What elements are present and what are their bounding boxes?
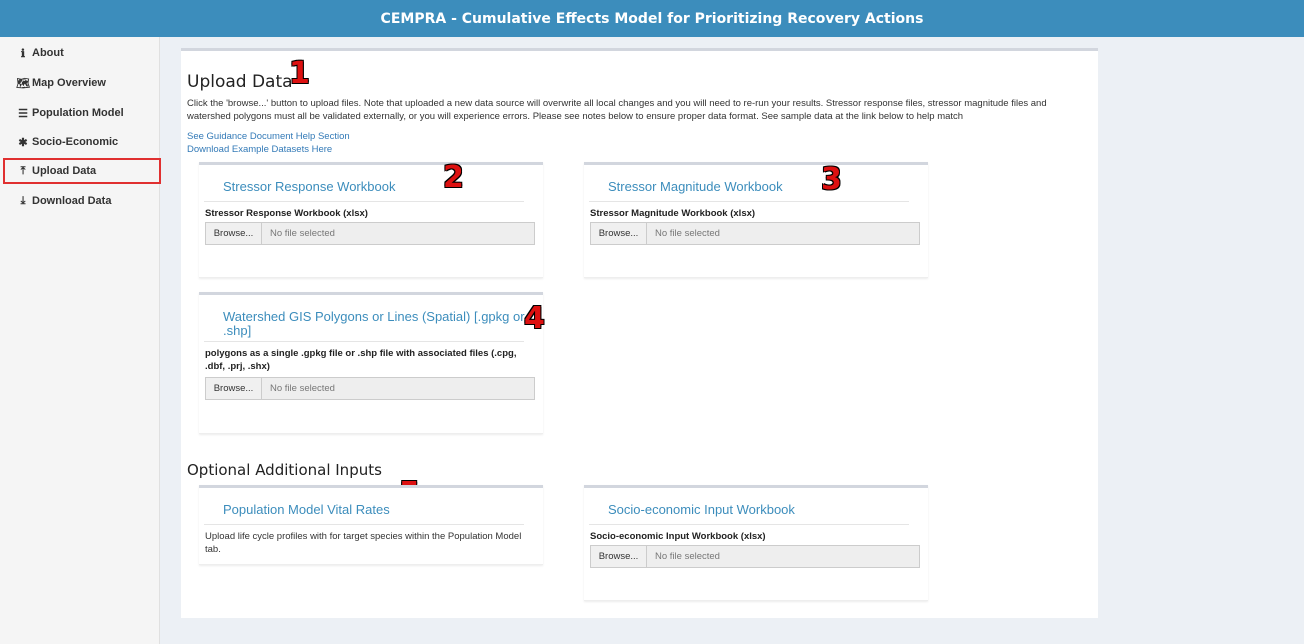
- download-icon: ⤓: [20, 194, 26, 207]
- field-label: Stressor Magnitude Workbook (xlsx): [590, 208, 756, 219]
- watershed-card: Watershed GIS Polygons or Lines (Spatial…: [199, 292, 543, 434]
- card-description: Upload life cycle profiles with for targ…: [205, 530, 521, 556]
- sidebar-item-label: Socio-Economic: [32, 136, 119, 148]
- field-label-line-2: .dbf, .prj, .shx): [205, 361, 270, 372]
- example-datasets-link[interactable]: Download Example Datasets Here: [187, 144, 332, 155]
- card-divider: [204, 341, 524, 342]
- card-title-line-2: .shp]: [223, 323, 252, 338]
- upload-icon: ⤒: [20, 164, 26, 177]
- stressor-magnitude-file-input[interactable]: Browse... No file selected: [590, 222, 920, 245]
- sidebar-item-population-model[interactable]: ☰ Population Model: [4, 100, 160, 126]
- info-icon: ℹ: [20, 47, 26, 60]
- sidebar-item-label: About: [32, 47, 64, 59]
- sidebar-item-label: Upload Data: [32, 165, 97, 177]
- card-divider: [589, 524, 909, 525]
- sidebar-item-socio-economic[interactable]: ✱ Socio-Economic: [4, 129, 160, 155]
- sidebar-item-upload-data[interactable]: ⤒ Upload Data: [3, 158, 161, 184]
- card-divider: [204, 524, 524, 525]
- card-divider: [204, 201, 524, 202]
- annotation-marker-3: 3: [821, 162, 842, 197]
- field-label-line-1: polygons as a single .gpkg file or .shp …: [205, 348, 517, 359]
- field-label: Socio-economic Input Workbook (xlsx): [590, 531, 766, 542]
- card-title: Population Model Vital Rates: [223, 502, 390, 517]
- field-label: polygons as a single .gpkg file or .shp …: [205, 347, 516, 373]
- annotation-marker-2: 2: [443, 160, 464, 195]
- browse-button[interactable]: Browse...: [206, 378, 262, 399]
- intro-text: Click the 'browse...' button to upload f…: [187, 98, 1047, 122]
- card-title-line-1: Watershed GIS Polygons or Lines (Spatial…: [223, 309, 525, 324]
- card-title: Stressor Response Workbook: [223, 179, 396, 194]
- browse-button[interactable]: Browse...: [591, 223, 647, 244]
- app-title: CEMPRA - Cumulative Effects Model for Pr…: [380, 10, 924, 27]
- browse-button[interactable]: Browse...: [206, 223, 262, 244]
- sidebar-item-download-data[interactable]: ⤓ Download Data: [4, 188, 160, 214]
- main-panel: Upload Data 1 Click the 'browse...' butt…: [181, 48, 1098, 618]
- card-title: Watershed GIS Polygons or Lines (Spatial…: [223, 310, 525, 338]
- field-label: Stressor Response Workbook (xlsx): [205, 208, 368, 219]
- page-title: Upload Data: [187, 72, 293, 92]
- sidebar-item-about[interactable]: ℹ About: [4, 40, 160, 66]
- sidebar: ℹ About 🗺 Map Overview ☰ Population Mode…: [0, 37, 161, 644]
- map-icon: 🗺: [16, 77, 30, 90]
- app-header: CEMPRA - Cumulative Effects Model for Pr…: [0, 0, 1304, 37]
- asterisk-icon: ✱: [18, 136, 28, 149]
- card-divider: [589, 201, 909, 202]
- socio-economic-card: Socio-economic Input Workbook Socio-econ…: [584, 485, 928, 601]
- file-status-text: No file selected: [270, 383, 335, 394]
- sidebar-item-label: Map Overview: [32, 77, 106, 89]
- watershed-file-input[interactable]: Browse... No file selected: [205, 377, 535, 400]
- file-status-text: No file selected: [270, 228, 335, 239]
- file-status-text: No file selected: [655, 228, 720, 239]
- annotation-marker-4: 4: [524, 301, 545, 336]
- file-status-text: No file selected: [655, 551, 720, 562]
- card-title: Stressor Magnitude Workbook: [608, 179, 783, 194]
- card-description-line-1: Upload life cycle profiles with for targ…: [205, 531, 522, 542]
- optional-section-heading: Optional Additional Inputs: [187, 461, 382, 479]
- vital-rates-card: Population Model Vital Rates Upload life…: [199, 485, 543, 565]
- sidebar-item-label: Download Data: [32, 195, 112, 207]
- stressor-response-file-input[interactable]: Browse... No file selected: [205, 222, 535, 245]
- stressor-magnitude-card: Stressor Magnitude Workbook Stressor Mag…: [584, 162, 928, 278]
- annotation-marker-1: 1: [289, 56, 310, 91]
- card-description-line-2: tab.: [205, 544, 221, 555]
- card-title: Socio-economic Input Workbook: [608, 502, 795, 517]
- sidebar-item-label: Population Model: [32, 107, 124, 119]
- stressor-response-card: Stressor Response Workbook Stressor Resp…: [199, 162, 543, 278]
- sidebar-item-map-overview[interactable]: 🗺 Map Overview: [4, 70, 160, 96]
- browse-button[interactable]: Browse...: [591, 546, 647, 567]
- socio-economic-file-input[interactable]: Browse... No file selected: [590, 545, 920, 568]
- sliders-icon: ☰: [18, 107, 28, 120]
- guidance-link[interactable]: See Guidance Document Help Section: [187, 131, 350, 142]
